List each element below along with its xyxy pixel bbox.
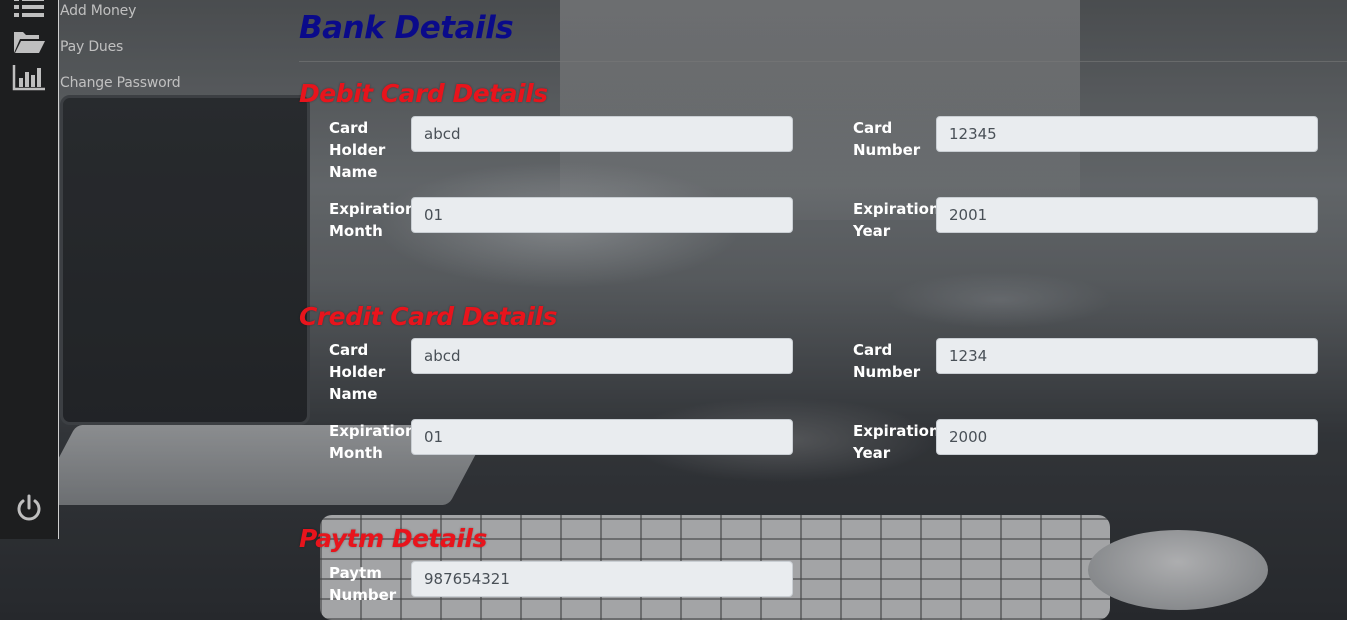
credit-number-label: Card Number (853, 341, 921, 381)
debit-holder-label: Card Holder Name (329, 119, 386, 181)
debit-section-title: Debit Card Details (299, 79, 548, 108)
credit-holder-input[interactable] (411, 338, 793, 374)
title-divider (299, 61, 1347, 62)
paytm-section-title: Paytm Details (299, 524, 487, 553)
folder-open-icon[interactable] (12, 27, 46, 57)
power-icon[interactable] (14, 493, 44, 523)
paytm-number-input[interactable] (411, 561, 793, 597)
page-title: Bank Details (299, 10, 514, 46)
debit-number-input[interactable] (936, 116, 1318, 152)
credit-month-label: Expiration Month (329, 422, 416, 462)
paytm-number-label: Paytm Number (329, 564, 397, 604)
credit-number-input[interactable] (936, 338, 1318, 374)
sidebar-item-pay-dues[interactable]: Pay Dues (60, 39, 123, 55)
credit-section-title: Credit Card Details (299, 302, 557, 331)
debit-year-input[interactable] (936, 197, 1318, 233)
debit-month-input[interactable] (411, 197, 793, 233)
list-icon[interactable] (12, 0, 46, 24)
credit-month-input[interactable] (411, 419, 793, 455)
sidebar-icon-rail (0, 0, 58, 539)
debit-year-label: Expiration Year (853, 200, 940, 240)
credit-year-input[interactable] (936, 419, 1318, 455)
credit-year-label: Expiration Year (853, 422, 940, 462)
debit-holder-input[interactable] (411, 116, 793, 152)
sidebar-item-change-password[interactable]: Change Password (60, 75, 181, 91)
debit-number-label: Card Number (853, 119, 921, 159)
sidebar-item-add-money[interactable]: Add Money (60, 3, 136, 19)
credit-holder-label: Card Holder Name (329, 341, 386, 403)
bar-chart-icon[interactable] (12, 62, 46, 92)
debit-month-label: Expiration Month (329, 200, 416, 240)
sidebar-nav: Add Money Pay Dues Change Password (58, 0, 218, 539)
